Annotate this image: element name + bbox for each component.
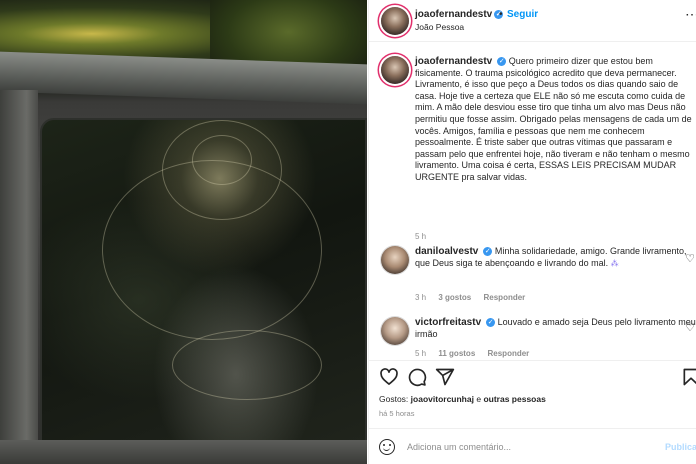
comment-time: 3 h (415, 293, 427, 302)
photo-shattered-window (40, 118, 367, 448)
separator-dot: • (499, 9, 503, 20)
comment-icon[interactable] (407, 367, 427, 387)
caption-text-block: joaofernandestv ✓ Quero primeiro dizer qu… (415, 56, 696, 184)
header-username[interactable]: joaofernandestv (415, 9, 492, 20)
heart-icon[interactable]: ♡ (685, 252, 695, 265)
comment-text-block: daniloalvestv ✓ Minha solidariedade, amig… (415, 246, 696, 269)
verified-icon: ✓ (483, 247, 493, 257)
likes-others[interactable]: outras pessoas (483, 394, 545, 404)
verified-icon: ✓ (497, 57, 507, 67)
post-actions (369, 360, 696, 392)
avatar[interactable] (381, 317, 409, 345)
avatar[interactable] (381, 7, 409, 35)
post-time[interactable]: há 5 horas (379, 409, 414, 418)
comment-time: 5 h (415, 349, 427, 358)
follow-button[interactable]: Seguir (507, 9, 538, 20)
likes-prefix: Gostos: (379, 394, 409, 404)
share-icon[interactable] (435, 367, 455, 387)
heart-icon[interactable] (379, 367, 399, 387)
emoji-icon[interactable] (379, 439, 395, 455)
comment-input[interactable] (407, 438, 647, 456)
sparkle-icon: ⁂ (610, 258, 619, 268)
comment-likes[interactable]: 11 gostos (438, 349, 475, 358)
header-username-row[interactable]: joaofernandestv ✓ (415, 9, 504, 20)
avatar[interactable] (381, 56, 409, 84)
caption-username[interactable]: joaofernandestv (415, 56, 492, 67)
likes-summary: Gostos: joaovitorcunhaj e outras pessoas (379, 394, 546, 404)
comment-meta: 5 h 11 gostos Responder (415, 349, 539, 358)
post-photo[interactable] (0, 0, 367, 464)
caption-meta: 5 h (415, 232, 436, 241)
post-comment-button[interactable]: Publicar (665, 442, 696, 452)
caption-time: 5 h (415, 232, 427, 241)
reply-button[interactable]: Responder (484, 293, 526, 302)
heart-icon[interactable]: ♡ (685, 321, 695, 334)
comment-text-block: victorfreitastv ✓ Louvado e amado seja De… (415, 317, 696, 340)
post-panel: joaofernandestv✓ • Seguir João Pessoa ⋯ … (368, 0, 696, 464)
location-link[interactable]: João Pessoa (415, 22, 464, 32)
caption-text: Quero primeiro dizer que estou bem fisic… (415, 56, 692, 182)
comments-list[interactable]: joaofernandestv ✓ Quero primeiro dizer qu… (369, 43, 696, 359)
verified-icon: ✓ (486, 318, 496, 328)
comment-username[interactable]: victorfreitastv (415, 317, 481, 328)
likes-user[interactable]: joaovitorcunhaj (411, 394, 474, 404)
comment-likes[interactable]: 3 gostos (438, 293, 471, 302)
comment-meta: 3 h 3 gostos Responder (415, 293, 535, 302)
photo-car-door (0, 440, 367, 464)
photo-car-pillar (0, 90, 38, 464)
add-comment-bar: Publicar (369, 428, 696, 464)
bookmark-icon[interactable] (681, 367, 696, 387)
reply-button[interactable]: Responder (488, 349, 530, 358)
more-icon[interactable]: ⋯ (685, 6, 696, 23)
post-header: joaofernandestv✓ • Seguir João Pessoa ⋯ (369, 0, 696, 42)
comment-username[interactable]: daniloalvestv (415, 246, 478, 257)
likes-connector: e (476, 394, 482, 404)
avatar[interactable] (381, 246, 409, 274)
crack-mark (102, 160, 322, 340)
crack-mark (172, 330, 322, 400)
